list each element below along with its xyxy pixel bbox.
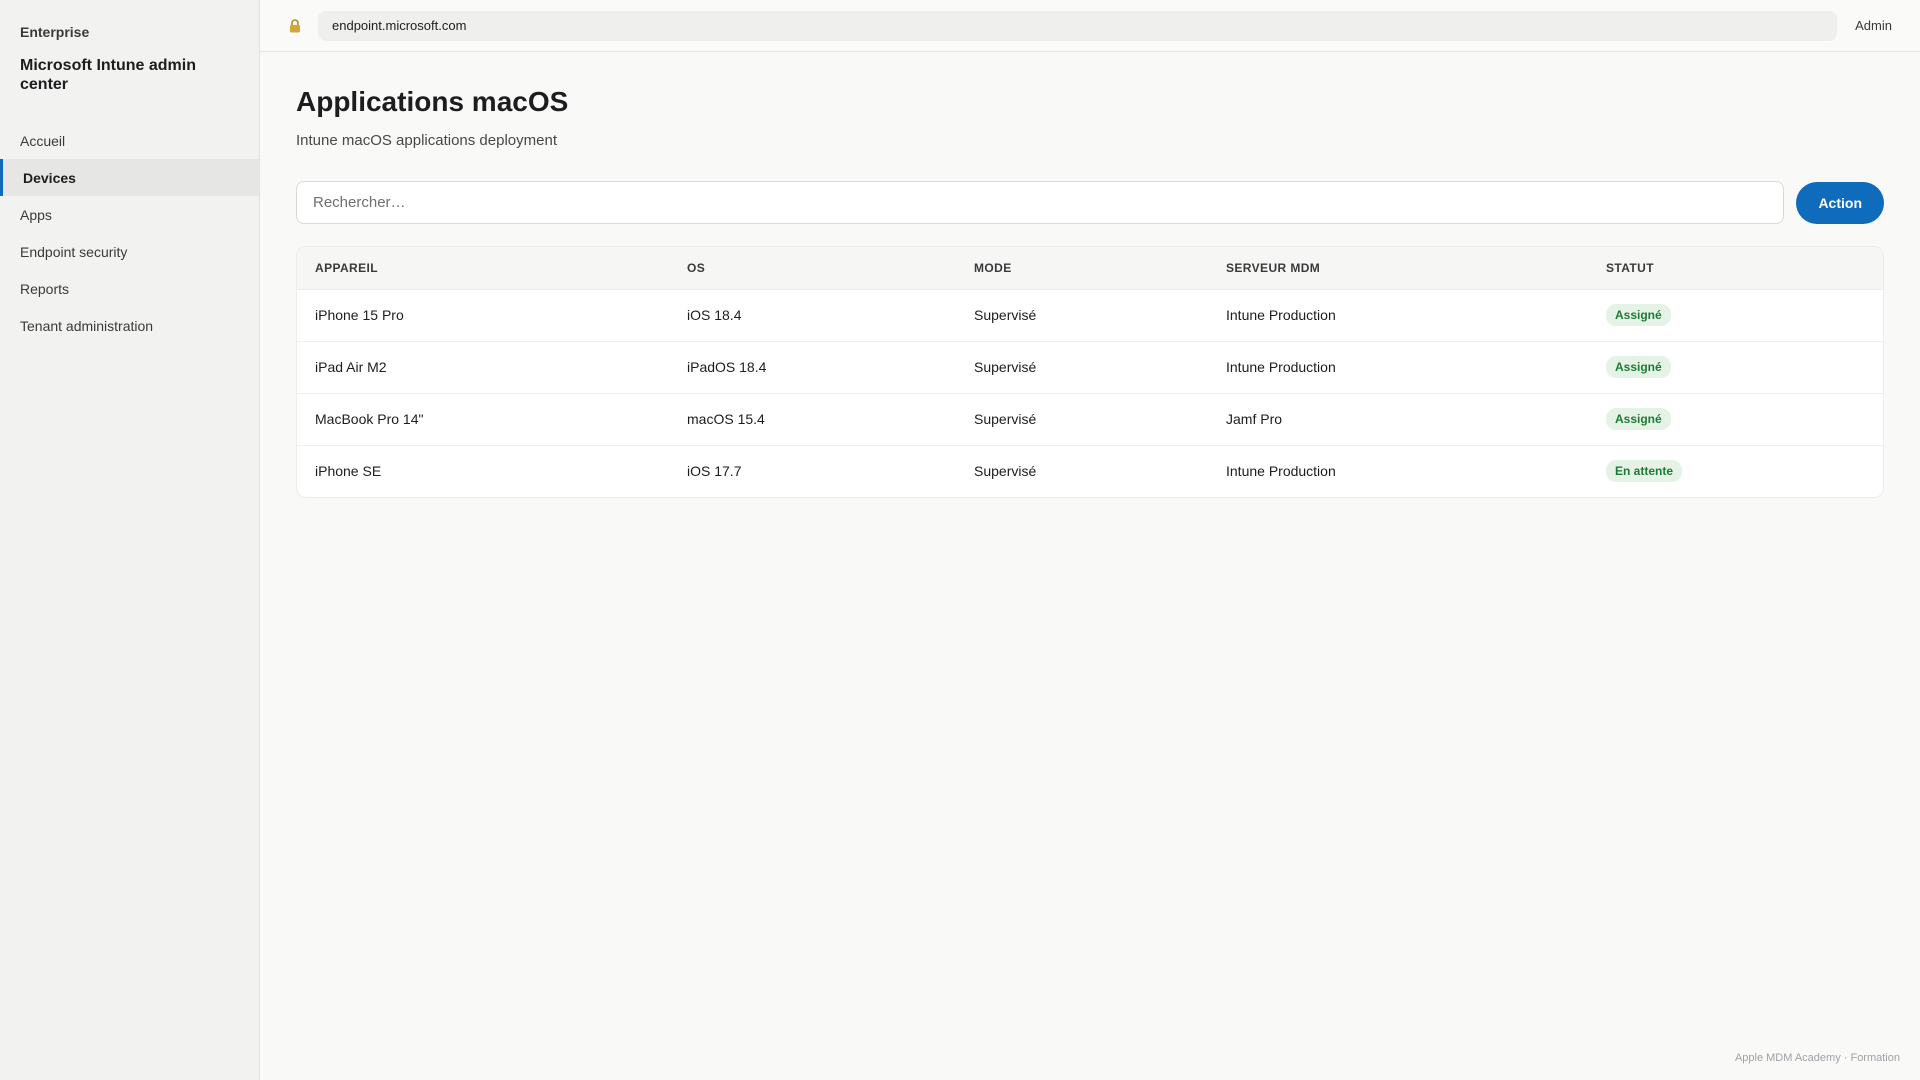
cell-os: iOS 17.7 (687, 463, 742, 480)
header-appareil[interactable]: APPAREIL (297, 247, 669, 290)
sidebar-item-endpoint-security[interactable]: Endpoint security (0, 233, 259, 270)
sidebar-item-label: Devices (23, 169, 76, 186)
header-serveur-mdm[interactable]: SERVEUR MDM (1208, 247, 1588, 290)
sidebar-nav: Accueil Devices Apps Endpoint security R… (0, 122, 259, 344)
page-subtitle: Intune macOS applications deployment (296, 132, 557, 149)
cell-statut: Assigné (1588, 289, 1883, 342)
header-mode[interactable]: MODE (956, 247, 1208, 290)
cell-statut: Assigné (1588, 393, 1883, 446)
sidebar-item-devices[interactable]: Devices (0, 159, 259, 196)
sidebar-item-label: Accueil (20, 132, 66, 149)
devices-table-card: APPAREIL OS MODE SERVEUR MDM STATUT iPho… (296, 246, 1884, 498)
status-badge: Assigné (1606, 304, 1671, 326)
sidebar-item-apps[interactable]: Apps (0, 196, 259, 233)
main-area: endpoint.microsoft.com Admin Application… (260, 0, 1920, 1080)
footer-credit: Apple MDM Academy · Formation (1734, 1052, 1900, 1064)
table-row[interactable]: iPhone 15 Pro iOS 18.4 Supervisé Intune … (297, 289, 1883, 342)
table-header-row: APPAREIL OS MODE SERVEUR MDM STATUT (297, 247, 1883, 290)
cell-serveur: Intune Production (1226, 463, 1336, 480)
app-root: Enterprise Microsoft Intune admin center… (0, 0, 1920, 1080)
cell-appareil: iPhone SE (315, 463, 382, 480)
action-button[interactable]: Action (1796, 181, 1884, 224)
org-label: Enterprise (20, 24, 90, 40)
search-input[interactable] (296, 181, 1785, 224)
sidebar-item-label: Apps (20, 206, 52, 223)
cell-appareil: iPhone 15 Pro (297, 289, 669, 342)
cell-statut: Assigné (1588, 341, 1883, 394)
status-badge: Assigné (1606, 408, 1671, 430)
search-row: Action (296, 181, 1884, 224)
cell-mode: Supervisé (956, 289, 1208, 342)
sidebar-item-label: Reports (20, 280, 70, 297)
address-bar[interactable]: endpoint.microsoft.com (318, 10, 1838, 41)
cell-appareil: iPad Air M2 (297, 341, 669, 394)
lock-icon (288, 18, 302, 33)
status-badge: Assigné (1606, 356, 1671, 378)
sidebar-item-label: Endpoint security (20, 243, 128, 260)
sidebar-item-tenant-administration[interactable]: Tenant administration (0, 307, 259, 344)
address-url: endpoint.microsoft.com (332, 18, 467, 33)
cell-mode: Supervisé (974, 463, 1037, 480)
sidebar-item-label: Tenant administration (20, 317, 154, 334)
cell-serveur: Intune Production (1208, 341, 1588, 394)
cell-mode: Supervisé (956, 393, 1208, 446)
app-title: Microsoft Intune admin center (20, 57, 196, 93)
status-badge: En attente (1606, 460, 1683, 483)
cell-mode: Supervisé (956, 341, 1208, 394)
cell-appareil: MacBook Pro 14" (297, 393, 669, 446)
cell-os: iPadOS 18.4 (669, 341, 956, 394)
cell-serveur: Intune Production (1208, 289, 1588, 342)
table-row[interactable]: iPhone SE iOS 17.7 Supervisé Intune Prod… (297, 445, 1883, 497)
user-menu[interactable]: Admin (1855, 18, 1892, 33)
cell-serveur: Jamf Pro (1208, 393, 1588, 446)
devices-table: APPAREIL OS MODE SERVEUR MDM STATUT iPho… (297, 247, 1883, 497)
page-title: Applications macOS (296, 86, 569, 117)
page-content: Applications macOS Intune macOS applicat… (260, 52, 1920, 498)
sidebar-item-reports[interactable]: Reports (0, 270, 259, 307)
header-os[interactable]: OS (669, 247, 956, 290)
header-statut[interactable]: STATUT (1588, 247, 1883, 290)
cell-os: macOS 15.4 (669, 393, 956, 446)
table-row[interactable]: iPad Air M2 iPadOS 18.4 Supervisé Intune… (297, 341, 1883, 394)
table-row[interactable]: MacBook Pro 14" macOS 15.4 Supervisé Jam… (297, 393, 1883, 446)
sidebar-item-accueil[interactable]: Accueil (0, 122, 259, 159)
sidebar: Enterprise Microsoft Intune admin center… (0, 0, 260, 1080)
cell-statut: En attente (1588, 445, 1883, 497)
top-bar: endpoint.microsoft.com Admin (260, 0, 1920, 52)
cell-os: iOS 18.4 (669, 289, 956, 342)
